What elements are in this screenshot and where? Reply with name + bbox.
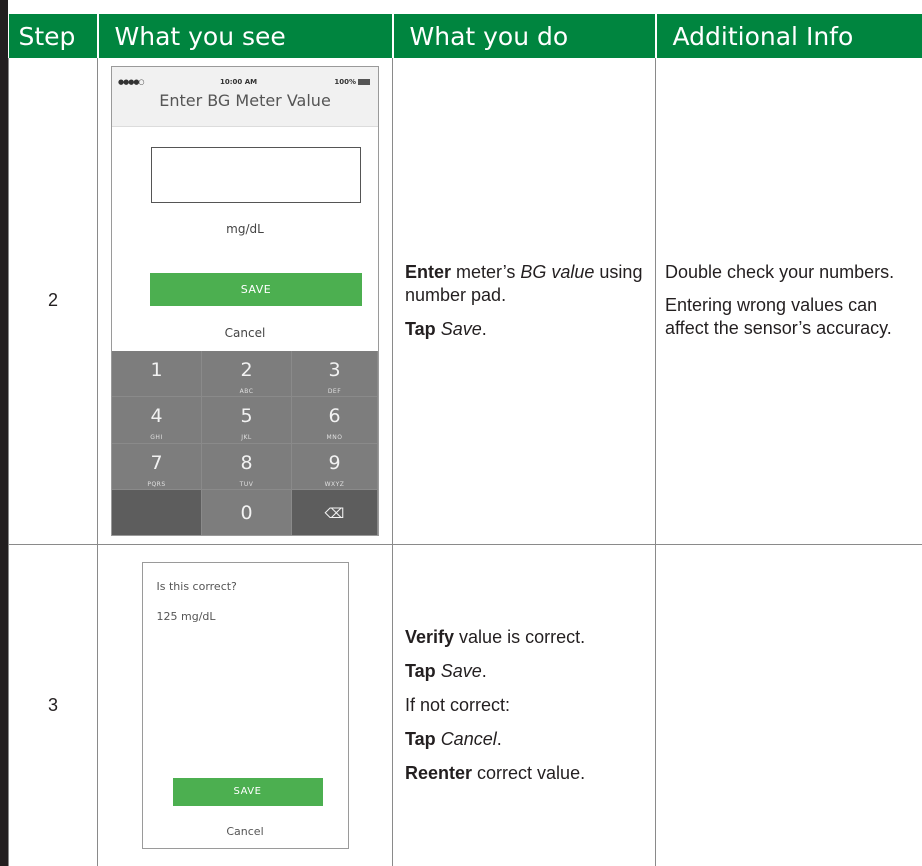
cancel-button[interactable]: Cancel [112,322,378,345]
confirm-question: Is this correct? [156,579,237,593]
instruction-line: Reenter correct value. [405,762,586,783]
phone-screen-enter-bg: ●●●●○ 10:00 AM 100% Enter BG Meter Value… [111,65,379,536]
battery-icon [358,78,370,85]
what-you-do-cell: Verify value is correct. Tap Save. If no… [392,543,656,866]
screen-title: Enter BG Meter Value [159,90,331,110]
info-line: Double check your numbers. [665,262,895,283]
cancel-button[interactable]: Cancel [143,820,348,843]
instruction-line: Tap Save. [405,660,487,681]
instruction-line: Tap Save. [405,318,487,339]
key-blank [112,490,202,535]
number-pad: 1 2 ABC 3 DEF 4 GHI 5 JKL 6 MNO 7 PQRS 8 TUV 9W… [112,350,378,535]
key-4[interactable]: 4 GHI [112,397,202,444]
bg-value-input[interactable] [151,146,361,203]
what-you-do-cell: Enter meter’s BG value using number pad.… [392,58,656,545]
instruction-line: If not correct: [405,694,511,715]
phone-screen-confirm: Is this correct? 125 mg/dL SAVE Cancel [141,561,349,849]
instruction-line: Enter meter’s BG value using number pad. [405,261,643,305]
screen-cell: ●●●●○ 10:00 AM 100% Enter BG Meter Value… [97,58,393,545]
battery-percent: 100% [334,77,356,86]
key-8[interactable]: 8 TUV [202,443,292,491]
key-0[interactable]: 0 [202,490,292,535]
additional-info-cell [655,543,922,866]
screen-cell: Is this correct? 125 mg/dL SAVE Cancel [97,543,393,866]
key-1[interactable]: 1 [112,350,202,398]
header-step: Step [8,14,98,58]
key-9[interactable]: 9 WXYZ [292,443,378,491]
save-button[interactable]: SAVE [150,272,362,306]
confirm-value: 125 mg/dL [156,609,216,623]
header-what-you-see: What you see [96,14,393,58]
header-additional-info: Additional Info [654,14,922,58]
additional-info-cell: Double check your numbers. Entering wron… [655,58,922,545]
key-6[interactable]: 6 MNO [292,397,378,444]
backspace-key[interactable]: ⌫ [292,490,378,535]
key-7[interactable]: 7 PQRS [112,443,202,491]
info-line: Entering wrong values can affect the sen… [665,295,892,339]
step-number: 3 [8,543,98,866]
instruction-line: Tap Cancel. [405,728,502,749]
steps-table: Step What you see What you do Additional… [8,14,922,866]
backspace-icon: ⌫ [324,506,345,523]
instruction-page: Step What you see What you do Additional… [0,0,922,866]
step-row-2: 2 ●●●●○ 10:00 AM 100% Enter BG Meter Val… [8,58,922,545]
key-5[interactable]: 5 JKL [202,397,292,444]
header-what-you-do: What you do [391,14,656,58]
step-number: 2 [8,58,98,545]
instruction-line: Verify value is correct. [405,626,586,647]
screen-header: ●●●●○ 10:00 AM 100% Enter BG Meter Value [112,66,378,127]
key-2[interactable]: 2 ABC [202,350,292,398]
header-row: Step What you see What you do Additional… [8,14,922,58]
unit-label: mg/dL [226,221,264,236]
step-row-3: 3 Is this correct? 125 mg/dL SAVE Cancel… [8,543,922,866]
key-3[interactable]: 3 DEF [292,350,378,398]
save-button[interactable]: SAVE [172,777,323,806]
